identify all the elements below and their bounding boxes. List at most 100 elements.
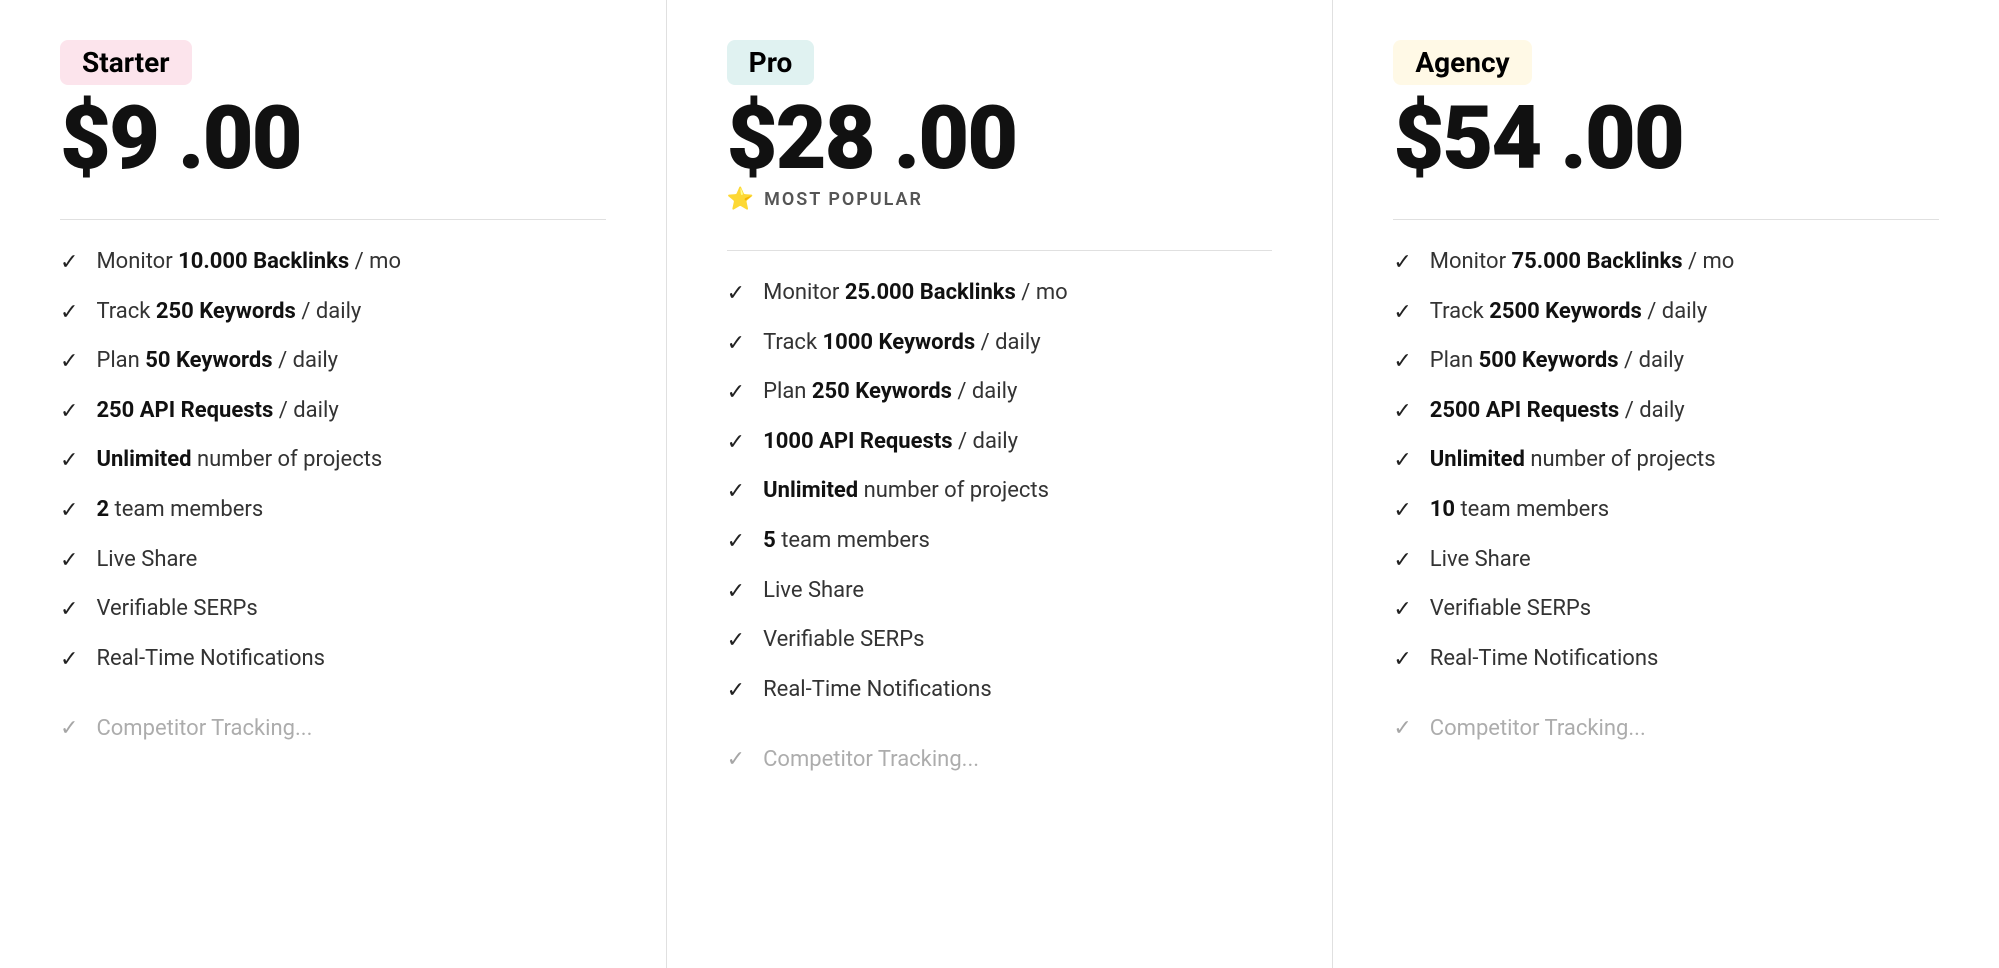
feature-text: Monitor 75.000 Backlinks / mo (1430, 248, 1735, 277)
feature-text: Track 1000 Keywords / daily (763, 329, 1041, 358)
plan-column-agency: Agency $54 .00 ✓ Monitor 75.000 Backlinks /… (1333, 0, 1999, 968)
feature-item-faded: ✓Competitor Tracking... (60, 714, 606, 744)
feature-text: Monitor 10.000 Backlinks / mo (96, 248, 401, 277)
feature-item: ✓ Unlimited number of projects (727, 477, 1273, 507)
most-popular-badge: ⭐ MOST POPULAR (727, 187, 923, 212)
feature-item: ✓ 5 team members (727, 527, 1273, 557)
checkmark-icon: ✓ (727, 528, 745, 557)
feature-item: ✓1000 API Requests / daily (727, 428, 1273, 458)
feature-item: ✓ Live Share (727, 577, 1273, 607)
checkmark-icon: ✓ (727, 627, 745, 656)
feature-item: ✓ Verifiable SERPs (727, 626, 1273, 656)
feature-text: Live Share (1430, 546, 1531, 575)
feature-text: Unlimited number of projects (763, 477, 1049, 506)
checkmark-icon: ✓ (727, 280, 745, 309)
plan-price-pro: $28 .00 (727, 95, 1017, 183)
checkmark-icon: ✓ (60, 398, 78, 427)
feature-text: Unlimited number of projects (1430, 446, 1716, 475)
plan-column-starter: Starter$9 .00✓Monitor 10.000 Backlinks /… (0, 0, 667, 968)
divider-agency (1393, 219, 1939, 220)
feature-text: Plan 50 Keywords / daily (96, 347, 338, 376)
checkmark-icon: ✓ (727, 379, 745, 408)
checkmark-icon: ✓ (1393, 348, 1411, 377)
plan-header-starter: Starter $9 .00 (60, 40, 606, 187)
checkmark-icon: ✓ (60, 299, 78, 328)
feature-text: Live Share (763, 577, 864, 606)
feature-item: ✓Monitor 10.000 Backlinks / mo (60, 248, 606, 278)
feature-item: ✓ Track 1000 Keywords / daily (727, 329, 1273, 359)
feature-item-faded: ✓ Competitor Tracking... (1393, 714, 1939, 744)
feature-text-faded: Competitor Tracking... (1430, 715, 1646, 744)
checkmark-icon: ✓ (1393, 497, 1411, 526)
feature-text: 1000 API Requests / daily (763, 428, 1018, 457)
feature-text: Plan 250 Keywords / daily (763, 378, 1017, 407)
features-list-agency: ✓ Monitor 75.000 Backlinks / mo ✓ Track 250… (1393, 248, 1939, 744)
pricing-container: Starter$9 .00✓Monitor 10.000 Backlinks /… (0, 0, 1999, 968)
feature-text: Real-Time Notifications (96, 645, 325, 674)
checkmark-icon: ✓ (60, 348, 78, 377)
feature-item: ✓ 2 team members (60, 496, 606, 526)
feature-item: ✓ Live Share (1393, 546, 1939, 576)
checkmark-icon: ✓ (1393, 299, 1411, 328)
checkmark-icon: ✓ (60, 596, 78, 625)
plan-header-agency: Agency $54 .00 (1393, 40, 1939, 187)
checkmark-icon: ✓ (727, 330, 745, 359)
checkmark-icon: ✓ (1393, 646, 1411, 675)
feature-item: ✓ Track 250 Keywords / daily (60, 298, 606, 328)
checkmark-icon-faded: ✓ (727, 746, 745, 775)
checkmark-icon: ✓ (60, 497, 78, 526)
feature-item: ✓ Real-Time Notifications (727, 676, 1273, 706)
feature-item: ✓ Verifiable SERPs (1393, 595, 1939, 625)
feature-text: Track 2500 Keywords / daily (1430, 298, 1708, 327)
features-list-pro: ✓ Monitor 25.000 Backlinks / mo ✓ Track 100… (727, 279, 1273, 775)
checkmark-icon: ✓ (727, 677, 745, 706)
plan-badge-agency: Agency (1393, 40, 1531, 85)
feature-item: ✓ Real-Time Notifications (60, 645, 606, 675)
feature-item: ✓ 250 API Requests / daily (60, 397, 606, 427)
feature-item: ✓ Unlimited number of projects (1393, 446, 1939, 476)
feature-item: ✓ Plan 50 Keywords / daily (60, 347, 606, 377)
divider-pro (727, 250, 1273, 251)
feature-text: Real-Time Notifications (1430, 645, 1659, 674)
feature-text: Verifiable SERPs (96, 595, 257, 624)
feature-text: Monitor 25.000 Backlinks / mo (763, 279, 1068, 308)
checkmark-icon: ✓ (1393, 596, 1411, 625)
checkmark-icon: ✓ (60, 646, 78, 675)
checkmark-icon-faded: ✓ (1393, 715, 1411, 744)
feature-text: 250 API Requests / daily (96, 397, 338, 426)
feature-text: 10 team members (1430, 496, 1609, 525)
checkmark-icon: ✓ (1393, 249, 1411, 278)
feature-text: 5 team members (763, 527, 930, 556)
plan-column-pro: Pro$28 .00⭐MOST POPULAR✓Monitor 25.000 B… (667, 0, 1334, 968)
feature-text-faded: Competitor Tracking... (96, 715, 312, 744)
feature-text: Plan 500 Keywords / daily (1430, 347, 1684, 376)
feature-text: Verifiable SERPs (763, 626, 924, 655)
feature-item: ✓2500 API Requests / daily (1393, 397, 1939, 427)
most-popular-label: MOST POPULAR (764, 189, 923, 210)
plan-badge-starter: Starter (60, 40, 192, 85)
plan-header-pro: Pro$28 .00⭐MOST POPULAR (727, 40, 1273, 218)
features-list-starter: ✓Monitor 10.000 Backlinks / mo✓Track 250… (60, 248, 606, 744)
plan-price-agency: $54 .00 (1393, 95, 1683, 183)
feature-text: Verifiable SERPs (1430, 595, 1591, 624)
checkmark-icon: ✓ (727, 478, 745, 507)
feature-text: 2 team members (96, 496, 263, 525)
feature-item: ✓Unlimited number of projects (60, 446, 606, 476)
checkmark-icon: ✓ (1393, 547, 1411, 576)
feature-text: Real-Time Notifications (763, 676, 992, 705)
feature-item: ✓ Verifiable SERPs (60, 595, 606, 625)
feature-item: ✓ Plan 250 Keywords / daily (727, 378, 1273, 408)
feature-item: ✓ Track 2500 Keywords / daily (1393, 298, 1939, 328)
star-icon: ⭐ (727, 187, 756, 212)
feature-text: Track 250 Keywords / daily (96, 298, 361, 327)
feature-item-faded: ✓Competitor Tracking... (727, 745, 1273, 775)
checkmark-icon: ✓ (1393, 447, 1411, 476)
feature-item: ✓ Live Share (60, 546, 606, 576)
checkmark-icon: ✓ (727, 578, 745, 607)
divider-starter (60, 219, 606, 220)
checkmark-icon: ✓ (60, 547, 78, 576)
feature-item: ✓ Plan 500 Keywords / daily (1393, 347, 1939, 377)
plan-price-starter: $9 .00 (60, 95, 301, 183)
feature-text: Live Share (96, 546, 197, 575)
checkmark-icon: ✓ (60, 447, 78, 476)
